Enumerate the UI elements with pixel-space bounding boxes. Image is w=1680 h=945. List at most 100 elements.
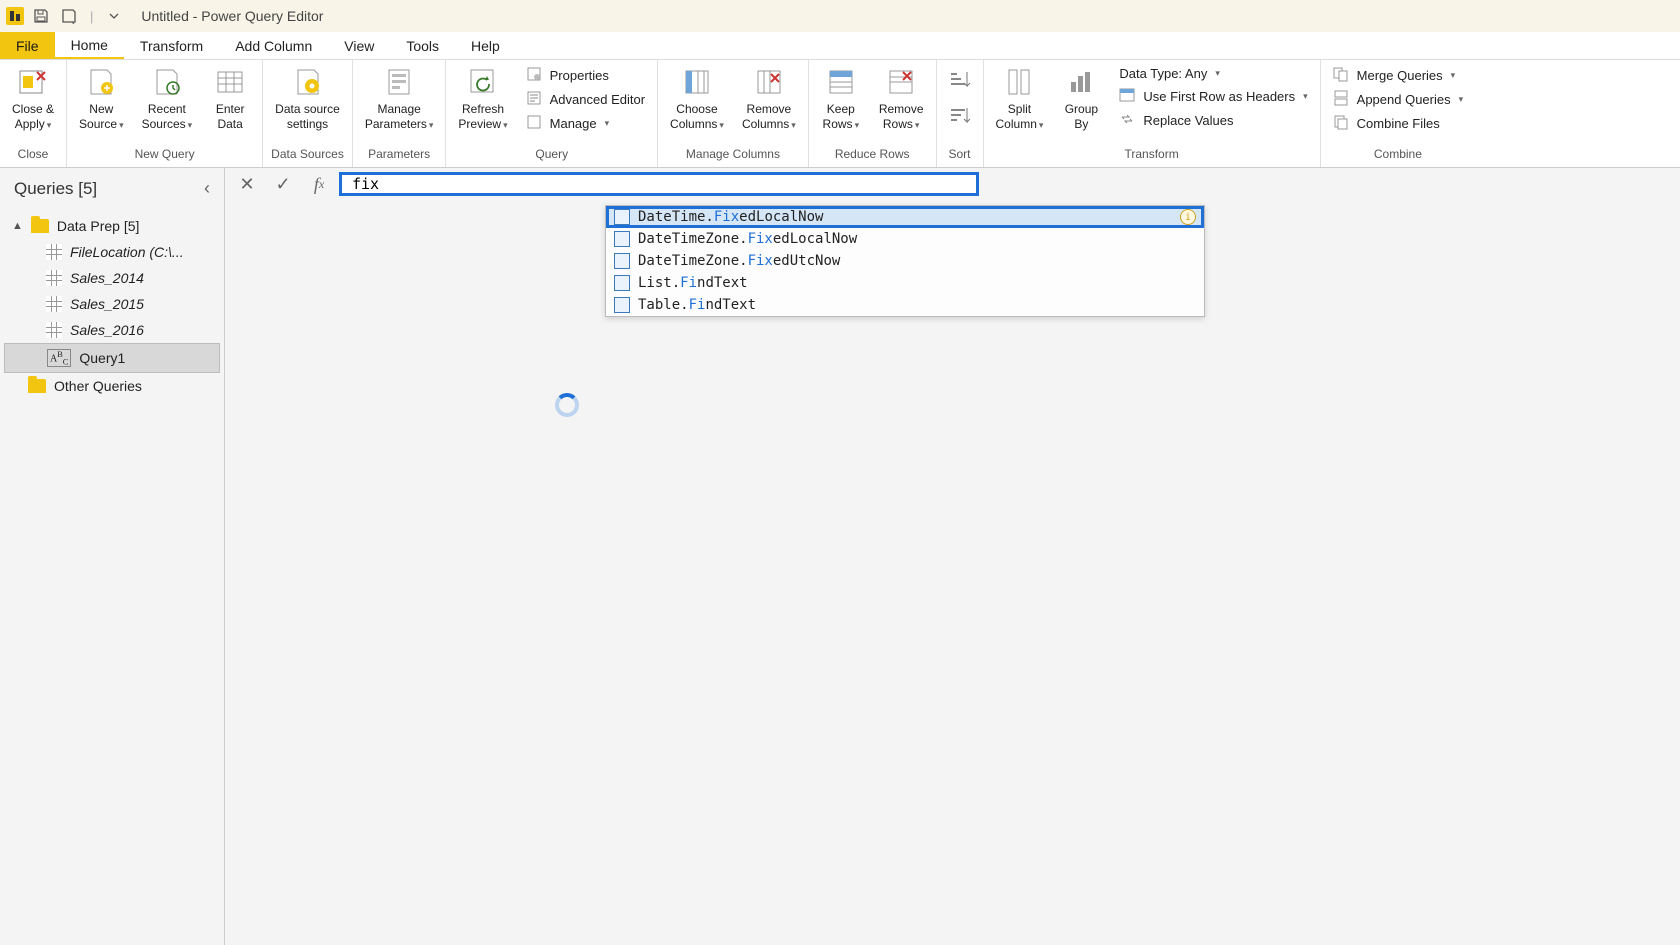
group-by-icon — [1065, 66, 1097, 98]
intellisense-label: DateTimeZone.FixedUtcNow — [638, 253, 840, 269]
sort-desc-button[interactable] — [947, 104, 973, 130]
fx-icon[interactable]: fx — [303, 172, 335, 196]
choose-columns-button[interactable]: Choose Columns▾ — [662, 62, 732, 135]
remove-columns-button[interactable]: Remove Columns▾ — [734, 62, 804, 135]
group-combine-label: Combine — [1325, 145, 1471, 165]
text-query-icon: ABC — [47, 349, 71, 367]
recent-sources-button[interactable]: Recent Sources▾ — [134, 62, 201, 135]
group-managecolumns-label: Manage Columns — [662, 145, 804, 165]
query-item[interactable]: Sales_2015 — [4, 291, 220, 317]
commit-formula-button[interactable]: ✓ — [267, 172, 299, 196]
query-group-other[interactable]: Other Queries — [4, 373, 220, 399]
table-icon — [46, 322, 62, 338]
intellisense-item[interactable]: Table.FindText — [606, 294, 1204, 316]
table-icon — [46, 270, 62, 286]
append-queries-button[interactable]: Append Queries▾ — [1329, 88, 1467, 110]
tab-help[interactable]: Help — [455, 32, 516, 59]
data-type-button[interactable]: Data Type: Any▾ — [1115, 64, 1311, 83]
remove-columns-icon — [753, 66, 785, 98]
query-group-data-prep[interactable]: ▲ Data Prep [5] — [4, 213, 220, 239]
intellisense-item[interactable]: DateTimeZone.FixedUtcNow — [606, 250, 1204, 272]
intellisense-item[interactable]: List.FindText — [606, 272, 1204, 294]
refresh-icon — [467, 66, 499, 98]
remove-rows-icon — [885, 66, 917, 98]
intellisense-label: DateTimeZone.FixedLocalNow — [638, 231, 857, 247]
cube-icon — [614, 275, 630, 291]
query-item[interactable]: Sales_2016 — [4, 317, 220, 343]
query-item[interactable]: ABC Query1 — [4, 343, 220, 373]
query-item[interactable]: FileLocation (C:\... — [4, 239, 220, 265]
new-source-button[interactable]: New Source▾ — [71, 62, 132, 135]
tab-home[interactable]: Home — [55, 32, 124, 59]
save-icon[interactable] — [30, 5, 52, 27]
queries-header-label: Queries [5] — [14, 179, 97, 199]
merge-queries-button[interactable]: Merge Queries▾ — [1329, 64, 1467, 86]
combine-files-button[interactable]: Combine Files — [1329, 112, 1467, 134]
tab-file[interactable]: File — [0, 32, 55, 59]
data-source-settings-button[interactable]: Data source settings — [267, 62, 348, 134]
group-newquery-label: New Query — [71, 145, 258, 165]
manage-button[interactable]: Manage▾ — [522, 112, 649, 134]
append-icon — [1333, 90, 1351, 108]
intellisense-label: List.FindText — [638, 275, 748, 291]
advanced-editor-icon — [526, 90, 544, 108]
title-bar: | Untitled - Power Query Editor — [0, 0, 1680, 32]
folder-icon — [31, 219, 49, 233]
sort-asc-button[interactable] — [947, 68, 973, 94]
qat-dropdown-icon[interactable] — [103, 5, 125, 27]
query-item-label: Sales_2014 — [70, 270, 144, 286]
tab-add-column[interactable]: Add Column — [219, 32, 328, 59]
refresh-preview-button[interactable]: Refresh Preview▾ — [450, 62, 515, 135]
group-transform-label: Transform — [988, 145, 1316, 165]
headers-icon — [1119, 87, 1137, 105]
cube-icon — [614, 231, 630, 247]
cube-icon — [614, 209, 630, 225]
query-item-label: Sales_2015 — [70, 296, 144, 312]
collapse-pane-icon[interactable]: ‹ — [204, 178, 210, 199]
window-title: Untitled - Power Query Editor — [141, 8, 323, 24]
close-apply-button[interactable]: Close & Apply▾ — [4, 62, 62, 135]
cancel-formula-button[interactable]: ✕ — [231, 172, 263, 196]
undo-icon[interactable] — [58, 5, 80, 27]
new-source-icon — [85, 66, 117, 98]
intellisense-label: Table.FindText — [638, 297, 756, 313]
formula-input[interactable] — [339, 172, 979, 196]
query-item-label: FileLocation (C:\... — [70, 244, 184, 260]
replace-values-button[interactable]: Replace Values — [1115, 109, 1311, 131]
properties-icon — [526, 66, 544, 84]
loading-spinner-icon — [555, 393, 579, 417]
first-row-headers-button[interactable]: Use First Row as Headers▾ — [1115, 85, 1311, 107]
intellisense-dropdown: DateTime.FixedLocalNowi DateTimeZone.Fixe… — [605, 205, 1205, 317]
replace-icon — [1119, 111, 1137, 129]
group-by-button[interactable]: Group By — [1053, 62, 1109, 134]
manage-icon — [526, 114, 544, 132]
combine-files-icon — [1333, 114, 1351, 132]
group-parameters-label: Parameters — [357, 145, 442, 165]
manage-parameters-button[interactable]: Manage Parameters▾ — [357, 62, 442, 135]
group-query-label: Query — [450, 145, 653, 165]
group-close-label: Close — [4, 145, 62, 165]
keep-rows-icon — [825, 66, 857, 98]
enter-data-button[interactable]: Enter Data — [202, 62, 258, 134]
cube-icon — [614, 297, 630, 313]
group-datasources-label: Data Sources — [267, 145, 348, 165]
queries-pane: Queries [5] ‹ ▲ Data Prep [5] FileLocati… — [0, 168, 225, 945]
properties-button[interactable]: Properties — [522, 64, 649, 86]
intellisense-item[interactable]: DateTime.FixedLocalNowi — [606, 206, 1204, 228]
query-item-label: Query1 — [79, 350, 125, 366]
remove-rows-button[interactable]: Remove Rows▾ — [871, 62, 932, 135]
enter-data-icon — [214, 66, 246, 98]
split-column-icon — [1003, 66, 1035, 98]
advanced-editor-button[interactable]: Advanced Editor — [522, 88, 649, 110]
query-item-label: Sales_2016 — [70, 322, 144, 338]
intellisense-item[interactable]: DateTimeZone.FixedLocalNow — [606, 228, 1204, 250]
tab-view[interactable]: View — [328, 32, 390, 59]
tab-tools[interactable]: Tools — [390, 32, 455, 59]
keep-rows-button[interactable]: Keep Rows▾ — [813, 62, 869, 135]
tab-transform[interactable]: Transform — [124, 32, 219, 59]
editor-area: ✕ ✓ fx DateTime.FixedLocalNowi DateTimeZo… — [225, 168, 1680, 945]
parameters-icon — [383, 66, 415, 98]
intellisense-label: DateTime.FixedLocalNow — [638, 209, 823, 225]
query-item[interactable]: Sales_2014 — [4, 265, 220, 291]
split-column-button[interactable]: Split Column▾ — [988, 62, 1052, 135]
